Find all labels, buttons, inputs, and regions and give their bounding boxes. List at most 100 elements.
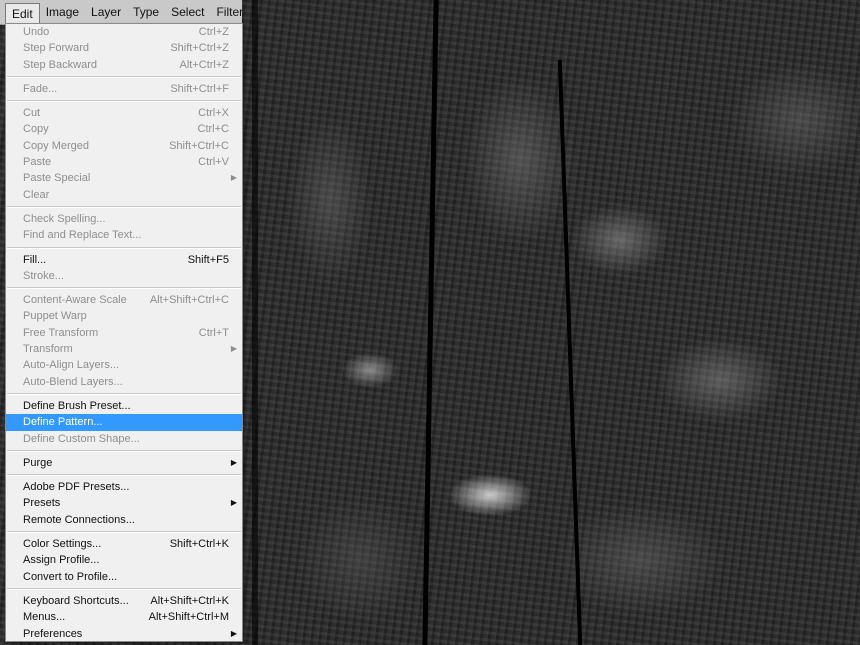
menu-item-check-spelling[interactable]: Check Spelling...	[6, 211, 242, 227]
menu-item-remote-connections[interactable]: Remote Connections...	[6, 512, 242, 528]
menu-item-fill[interactable]: Fill... Shift+F5	[6, 252, 242, 268]
menubar-item-filter[interactable]: Filter	[210, 2, 249, 22]
menu-item-label: Define Custom Shape...	[23, 432, 140, 445]
menu-item-define-brush-preset[interactable]: Define Brush Preset...	[6, 398, 242, 414]
menu-item-label: Convert to Profile...	[23, 570, 118, 583]
menu-item-label: Fill...	[23, 253, 47, 266]
menu-separator	[7, 474, 241, 477]
menu-item-shortcut: Alt+Shift+Ctrl+K	[150, 594, 229, 607]
menubar-item-layer[interactable]: Layer	[85, 2, 127, 22]
menu-item-label: Auto-Blend Layers...	[23, 375, 123, 388]
menu-item-preferences[interactable]: Preferences ▶	[6, 626, 242, 642]
menu-item-assign-profile[interactable]: Assign Profile...	[6, 552, 242, 568]
menu-item-paste[interactable]: Paste Ctrl+V	[6, 154, 242, 170]
menu-item-presets[interactable]: Presets ▶	[6, 495, 242, 511]
menu-item-label: Menus...	[23, 611, 66, 624]
menu-item-shortcut: Ctrl+Z	[198, 26, 229, 38]
menu-item-clear[interactable]: Clear	[6, 187, 242, 203]
menu-item-cut[interactable]: Cut Ctrl+X	[6, 105, 242, 121]
menu-item-label: Find and Replace Text...	[23, 229, 142, 242]
menu-item-label: Cut	[23, 107, 41, 120]
menu-item-shortcut: Shift+Ctrl+Z	[170, 42, 229, 55]
submenu-arrow-icon: ▶	[230, 498, 237, 508]
menu-item-copy-merged[interactable]: Copy Merged Shift+Ctrl+C	[6, 138, 242, 154]
menu-separator	[7, 587, 241, 590]
menubar-item-image[interactable]: Image	[40, 2, 85, 22]
menu-item-shortcut: Alt+Ctrl+Z	[179, 58, 229, 71]
menu-separator	[7, 392, 241, 395]
menu-item-shortcut: Ctrl+X	[198, 107, 229, 120]
menu-item-label: Preferences	[23, 627, 83, 640]
menubar-item-select[interactable]: Select	[165, 2, 210, 22]
submenu-arrow-icon: ▶	[230, 344, 237, 354]
menu-item-label: Free Transform	[23, 326, 99, 339]
menu-item-stroke[interactable]: Stroke...	[6, 268, 242, 284]
menu-item-shortcut: Ctrl+T	[198, 326, 229, 339]
menu-separator	[7, 75, 241, 78]
submenu-arrow-icon: ▶	[230, 457, 237, 467]
menu-item-keyboard-shortcuts[interactable]: Keyboard Shortcuts... Alt+Shift+Ctrl+K	[6, 593, 242, 609]
menu-item-purge[interactable]: Purge ▶	[6, 455, 242, 471]
menu-item-label: Paste	[23, 156, 52, 169]
menu-item-label: Fade...	[23, 82, 58, 95]
menu-item-adobe-pdf-presets[interactable]: Adobe PDF Presets...	[6, 479, 242, 495]
menu-item-shortcut: Shift+Ctrl+C	[169, 139, 229, 152]
menu-item-label: Paste Special	[23, 172, 91, 185]
menu-item-label: Purge	[23, 456, 53, 469]
menu-separator	[7, 205, 241, 208]
menu-item-puppet-warp[interactable]: Puppet Warp	[6, 308, 242, 324]
menu-item-label: Clear	[23, 188, 50, 201]
menu-item-label: Puppet Warp	[23, 310, 87, 323]
menu-item-undo[interactable]: Undo Ctrl+Z	[6, 24, 242, 40]
menu-item-shortcut: Ctrl+V	[198, 156, 229, 169]
submenu-arrow-icon: ▶	[230, 173, 237, 183]
menu-separator	[7, 246, 241, 249]
menu-item-label: Adobe PDF Presets...	[23, 481, 130, 494]
canvas-crack	[252, 0, 258, 645]
menu-item-label: Check Spelling...	[23, 212, 106, 225]
menu-item-define-custom-shape[interactable]: Define Custom Shape...	[6, 431, 242, 447]
menu-item-label: Remote Connections...	[23, 513, 135, 526]
menu-item-shortcut: Shift+F5	[187, 253, 229, 266]
menu-item-label: Stroke...	[23, 269, 64, 282]
menu-item-step-backward[interactable]: Step Backward Alt+Ctrl+Z	[6, 57, 242, 73]
submenu-arrow-icon: ▶	[230, 628, 237, 638]
menu-item-label: Define Brush Preset...	[23, 399, 131, 412]
menu-item-label: Undo	[23, 26, 50, 38]
menu-item-transform[interactable]: Transform ▶	[6, 341, 242, 357]
menu-item-find-and-replace-text[interactable]: Find and Replace Text...	[6, 227, 242, 243]
menu-separator	[7, 531, 241, 534]
menu-item-auto-align-layers[interactable]: Auto-Align Layers...	[6, 357, 242, 373]
menu-separator	[7, 287, 241, 290]
menu-item-label: Auto-Align Layers...	[23, 359, 119, 372]
menu-bar: Edit Image Layer Type Select Filter	[0, 0, 243, 25]
menu-item-label: Step Backward	[23, 58, 97, 71]
menu-item-color-settings[interactable]: Color Settings... Shift+Ctrl+K	[6, 536, 242, 552]
menu-item-shortcut: Ctrl+C	[197, 123, 229, 136]
menu-item-shortcut: Alt+Shift+Ctrl+C	[149, 294, 229, 307]
menu-item-label: Presets	[23, 497, 61, 510]
menu-item-content-aware-scale[interactable]: Content-Aware Scale Alt+Shift+Ctrl+C	[6, 292, 242, 308]
menu-item-copy[interactable]: Copy Ctrl+C	[6, 121, 242, 137]
menu-item-auto-blend-layers[interactable]: Auto-Blend Layers...	[6, 374, 242, 390]
menu-item-label: Copy	[23, 123, 49, 136]
menu-item-step-forward[interactable]: Step Forward Shift+Ctrl+Z	[6, 40, 242, 56]
menu-item-paste-special[interactable]: Paste Special ▶	[6, 170, 242, 186]
menubar-item-edit[interactable]: Edit	[5, 3, 40, 23]
menu-separator	[7, 449, 241, 452]
edit-menu-dropdown: Undo Ctrl+Z Step Forward Shift+Ctrl+Z Step B…	[5, 23, 243, 642]
menu-item-shortcut: Shift+Ctrl+K	[169, 538, 229, 551]
menu-item-label: Transform	[23, 343, 73, 356]
menu-item-fade[interactable]: Fade... Shift+Ctrl+F	[6, 81, 242, 97]
menu-item-label: Copy Merged	[23, 139, 90, 152]
menubar-item-type[interactable]: Type	[127, 2, 165, 22]
menu-separator	[7, 100, 241, 103]
menu-item-shortcut: Alt+Shift+Ctrl+M	[148, 611, 229, 624]
menu-item-label: Define Pattern...	[23, 416, 103, 429]
menu-item-shortcut: Shift+Ctrl+F	[170, 82, 229, 95]
menu-item-free-transform[interactable]: Free Transform Ctrl+T	[6, 325, 242, 341]
menu-item-menus[interactable]: Menus... Alt+Shift+Ctrl+M	[6, 609, 242, 625]
menu-item-convert-to-profile[interactable]: Convert to Profile...	[6, 569, 242, 585]
menu-item-label: Color Settings...	[23, 538, 102, 551]
menu-item-define-pattern[interactable]: Define Pattern...	[6, 414, 242, 431]
